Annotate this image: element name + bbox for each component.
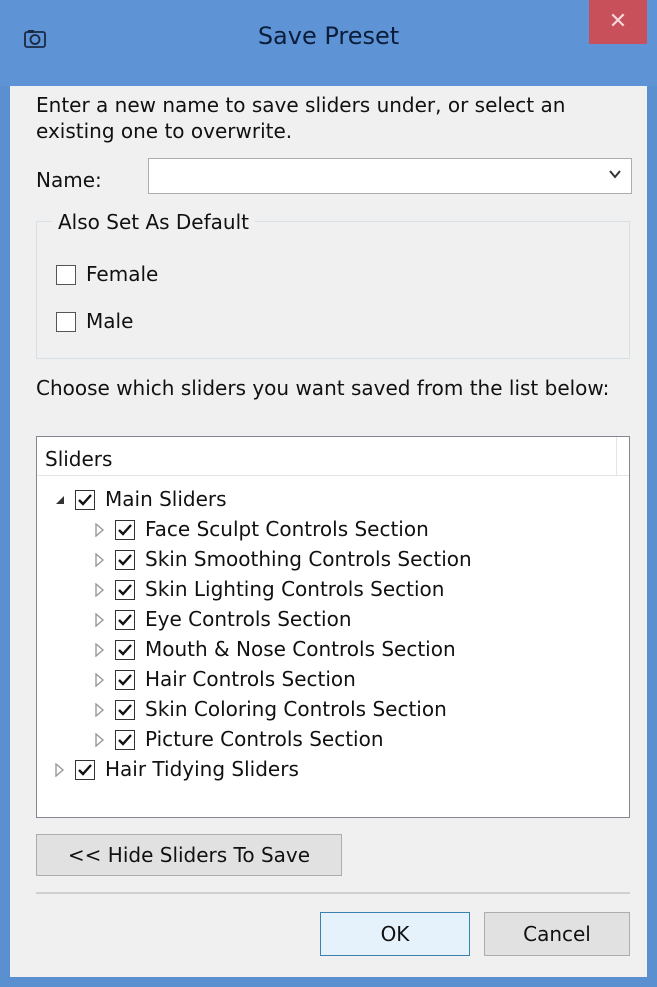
default-group-legend: Also Set As Default xyxy=(52,210,255,234)
sliders-tree[interactable]: Sliders Main Sliders Face Sculpt Controls… xyxy=(36,436,630,818)
tree-node[interactable]: Mouth & Nose Controls Section xyxy=(53,637,613,665)
divider xyxy=(36,892,630,894)
tree-node-checkbox[interactable] xyxy=(115,700,135,720)
checkmark-icon xyxy=(118,644,132,656)
tree-node[interactable]: Skin Smoothing Controls Section xyxy=(53,547,613,575)
tree-node[interactable]: Eye Controls Section xyxy=(53,607,613,635)
tree-node-label: Mouth & Nose Controls Section xyxy=(145,637,456,661)
female-checkbox[interactable] xyxy=(56,265,76,285)
ok-button[interactable]: OK xyxy=(320,912,470,956)
tree-node-checkbox[interactable] xyxy=(75,490,95,510)
tree-node-label: Picture Controls Section xyxy=(145,727,384,751)
choose-text: Choose which sliders you want saved from… xyxy=(36,376,610,400)
checkmark-icon xyxy=(118,674,132,686)
checkmark-icon xyxy=(118,554,132,566)
tree-node-label: Skin Lighting Controls Section xyxy=(145,577,445,601)
tree-node-checkbox[interactable] xyxy=(115,580,135,600)
female-label: Female xyxy=(86,262,159,286)
tree-header-label: Sliders xyxy=(45,447,113,471)
tree-column-header[interactable]: Sliders xyxy=(37,437,629,476)
tree-node-label: Hair Tidying Sliders xyxy=(105,757,299,781)
checkmark-icon xyxy=(118,524,132,536)
tree-node-checkbox[interactable] xyxy=(115,610,135,630)
male-label: Male xyxy=(86,309,134,333)
tree-node[interactable]: Face Sculpt Controls Section xyxy=(53,517,613,545)
expand-arrow-icon[interactable] xyxy=(93,733,107,747)
tree-node-label: Eye Controls Section xyxy=(145,607,352,631)
tree-node-label: Main Sliders xyxy=(105,487,227,511)
hide-sliders-button[interactable]: << Hide Sliders To Save xyxy=(36,834,342,876)
tree-node[interactable]: Picture Controls Section xyxy=(53,727,613,755)
name-combobox[interactable] xyxy=(148,158,632,194)
tree-node-label: Skin Coloring Controls Section xyxy=(145,697,447,721)
male-checkbox[interactable] xyxy=(56,312,76,332)
tree-node-label: Skin Smoothing Controls Section xyxy=(145,547,472,571)
tree-node-checkbox[interactable] xyxy=(115,670,135,690)
tree-node-checkbox[interactable] xyxy=(115,730,135,750)
default-group-box xyxy=(36,221,630,359)
tree-node[interactable]: Hair Controls Section xyxy=(53,667,613,695)
chevron-down-icon[interactable] xyxy=(607,166,623,182)
save-preset-window: Save Preset ✕ Enter a new name to save s… xyxy=(0,0,657,987)
checkmark-icon xyxy=(78,494,92,506)
expand-arrow-icon[interactable] xyxy=(93,643,107,657)
collapse-arrow-icon[interactable] xyxy=(53,493,67,507)
checkmark-icon xyxy=(118,584,132,596)
window-title: Save Preset xyxy=(257,22,400,50)
title-bar[interactable]: Save Preset ✕ xyxy=(0,0,657,86)
name-label: Name: xyxy=(36,168,102,192)
tree-node-checkbox[interactable] xyxy=(75,760,95,780)
column-separator xyxy=(616,437,617,475)
checkmark-icon xyxy=(78,764,92,776)
expand-arrow-icon[interactable] xyxy=(93,703,107,717)
checkmark-icon xyxy=(118,614,132,626)
intro-text: Enter a new name to save sliders under, … xyxy=(36,93,566,143)
tree-node-checkbox[interactable] xyxy=(115,550,135,570)
expand-arrow-icon[interactable] xyxy=(93,613,107,627)
expand-arrow-icon[interactable] xyxy=(93,583,107,597)
tree-node[interactable]: Main Sliders xyxy=(53,487,613,515)
expand-arrow-icon[interactable] xyxy=(93,523,107,537)
checkmark-icon xyxy=(118,734,132,746)
close-button[interactable]: ✕ xyxy=(589,0,647,44)
tree-node-label: Face Sculpt Controls Section xyxy=(145,517,429,541)
tree-node[interactable]: Skin Coloring Controls Section xyxy=(53,697,613,725)
tree-node-label: Hair Controls Section xyxy=(145,667,356,691)
checkmark-icon xyxy=(118,704,132,716)
tree-node-checkbox[interactable] xyxy=(115,520,135,540)
tree-node-checkbox[interactable] xyxy=(115,640,135,660)
expand-arrow-icon[interactable] xyxy=(53,763,67,777)
expand-arrow-icon[interactable] xyxy=(93,553,107,567)
tree-node[interactable]: Hair Tidying Sliders xyxy=(53,757,613,785)
cancel-button[interactable]: Cancel xyxy=(484,912,630,956)
expand-arrow-icon[interactable] xyxy=(93,673,107,687)
tree-node[interactable]: Skin Lighting Controls Section xyxy=(53,577,613,605)
